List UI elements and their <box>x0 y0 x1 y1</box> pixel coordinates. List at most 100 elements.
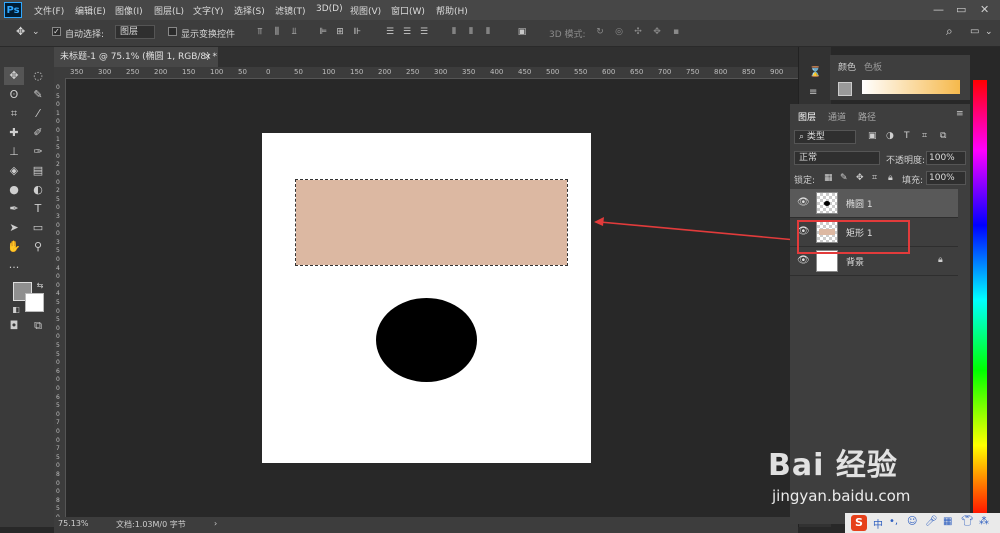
swap-colors-icon[interactable]: ⇆ <box>30 277 50 295</box>
type-tool-icon[interactable]: T <box>28 200 48 218</box>
distribute-right-icon[interactable]: ⦀ <box>483 27 493 37</box>
align-top-icon[interactable]: ⫪ <box>255 27 265 37</box>
3d-slide-icon[interactable]: ✥ <box>652 27 662 37</box>
auto-align-icon[interactable]: ▣ <box>517 27 527 37</box>
keyboard-icon[interactable]: ▦ <box>943 516 952 527</box>
document-tab[interactable]: 未标题-1 @ 75.1% (椭圆 1, RGB/8) * × <box>54 47 218 67</box>
zoom-level[interactable]: 75.13% <box>58 519 89 528</box>
rectangle-tool-icon[interactable]: ▭ <box>28 219 48 237</box>
gradient-tool-icon[interactable]: ▤ <box>28 162 48 180</box>
menu-type[interactable]: 文字(Y) <box>193 4 224 17</box>
filter-smart-icon[interactable]: ⧉ <box>940 131 946 141</box>
clone-stamp-icon[interactable]: ⊥ <box>4 143 24 161</box>
filter-pixel-icon[interactable]: ▣ <box>868 131 877 141</box>
rectangle-shape[interactable] <box>295 179 568 266</box>
filter-adjust-icon[interactable]: ◑ <box>886 131 894 141</box>
align-left-icon[interactable]: ⊫ <box>318 27 328 37</box>
auto-select-target-dropdown[interactable]: 图层 <box>115 25 155 39</box>
lock-position-icon[interactable]: ✥ <box>856 173 864 183</box>
distribute-hcenter-icon[interactable]: ⦀ <box>466 27 476 37</box>
blend-mode-dropdown[interactable]: 正常 <box>794 151 880 165</box>
brush-tool-icon[interactable]: ✐ <box>28 124 48 142</box>
zoom-tool-icon[interactable]: ⚲ <box>28 238 48 256</box>
distribute-left-icon[interactable]: ⦀ <box>449 27 459 37</box>
quick-mask-icon[interactable]: ◘ <box>4 317 24 335</box>
color-ramp[interactable] <box>862 80 960 94</box>
3d-pan-icon[interactable]: ✣ <box>633 27 643 37</box>
hue-strip[interactable] <box>973 80 987 520</box>
lock-artboard-icon[interactable]: ⌗ <box>872 173 877 183</box>
distribute-bottom-icon[interactable]: ☰ <box>419 27 429 37</box>
menu-window[interactable]: 窗口(W) <box>391 4 425 17</box>
lock-all-icon[interactable]: 🔒︎ <box>888 173 893 183</box>
menu-edit[interactable]: 编辑(E) <box>75 4 106 17</box>
tab-color[interactable]: 颜色 <box>838 60 856 73</box>
auto-select-checkbox[interactable]: ✓ <box>52 27 61 36</box>
status-menu-chevron-icon[interactable]: › <box>214 519 217 528</box>
color-panel-fg-swatch[interactable] <box>838 82 852 96</box>
distribute-vcenter-icon[interactable]: ☰ <box>402 27 412 37</box>
healing-brush-icon[interactable]: ✚ <box>4 124 24 142</box>
punctuation-icon[interactable]: •, <box>889 516 898 527</box>
ellipse-shape[interactable] <box>376 298 477 382</box>
fill-field[interactable]: 100% <box>926 171 966 185</box>
toolbox-icon[interactable]: ⁂ <box>979 516 989 527</box>
history-brush-icon[interactable]: ✑ <box>28 143 48 161</box>
dodge-tool-icon[interactable]: ◐ <box>28 181 48 199</box>
visibility-eye-icon[interactable]: 👁︎ <box>797 255 810 266</box>
pen-tool-icon[interactable]: ✒ <box>4 200 24 218</box>
move-tool-icon[interactable]: ✥ <box>4 67 24 85</box>
menu-image[interactable]: 图像(I) <box>115 4 143 17</box>
tab-swatches[interactable]: 色板 <box>864 60 882 73</box>
tab-close-icon[interactable]: × <box>204 47 212 67</box>
sogou-icon[interactable]: S <box>851 515 867 531</box>
show-transform-checkbox[interactable] <box>168 27 177 36</box>
align-vcenter-icon[interactable]: ⫼ <box>272 27 282 37</box>
blur-tool-icon[interactable]: ● <box>4 181 24 199</box>
mic-icon[interactable]: 🎤︎ <box>925 516 938 527</box>
background-color-swatch[interactable] <box>25 293 44 312</box>
lock-transparent-icon[interactable]: ▦ <box>824 173 833 183</box>
filter-shape-icon[interactable]: ⌗ <box>922 131 927 141</box>
menu-3d[interactable]: 3D(D) <box>316 4 343 14</box>
minimize-button[interactable]: — <box>933 3 944 16</box>
3d-roll-icon[interactable]: ◎ <box>614 27 624 37</box>
opacity-field[interactable]: 100% <box>926 151 966 165</box>
align-right-icon[interactable]: ⊪ <box>352 27 362 37</box>
tab-layers[interactable]: 图层 <box>798 110 816 123</box>
menu-help[interactable]: 帮助(H) <box>436 4 468 17</box>
quick-select-tool-icon[interactable]: ✎ <box>28 86 48 104</box>
tool-preset-chevron-icon[interactable]: ⌄ <box>32 27 40 37</box>
marquee-tool-icon[interactable]: ◌ <box>28 67 48 85</box>
eraser-tool-icon[interactable]: ◈ <box>4 162 24 180</box>
3d-rotate-icon[interactable]: ↻ <box>595 27 605 37</box>
distribute-top-icon[interactable]: ☰ <box>385 27 395 37</box>
filter-type-icon[interactable]: T <box>904 131 910 141</box>
ime-mode[interactable]: 中 <box>873 516 883 531</box>
move-tool-icon[interactable]: ✥ <box>16 25 25 38</box>
tab-channels[interactable]: 通道 <box>828 110 846 123</box>
crop-tool-icon[interactable]: ⌗ <box>4 105 24 123</box>
skin-icon[interactable]: 👕︎ <box>961 516 974 527</box>
menu-select[interactable]: 选择(S) <box>234 4 265 17</box>
layer-row-ellipse[interactable]: 👁︎ 椭圆 1 <box>790 189 958 218</box>
properties-panel-icon[interactable]: ≡ <box>809 87 817 98</box>
tab-paths[interactable]: 路径 <box>858 110 876 123</box>
restore-button[interactable]: ▭ <box>956 3 966 16</box>
search-icon[interactable]: ⌕ <box>946 24 953 39</box>
align-bottom-icon[interactable]: ⫫ <box>289 27 299 37</box>
history-panel-icon[interactable]: ⌛ <box>809 67 821 78</box>
edit-toolbar-icon[interactable]: ··· <box>4 259 24 277</box>
screen-mode-icon[interactable]: ⧉ <box>28 317 48 335</box>
visibility-eye-icon[interactable]: 👁︎ <box>797 197 810 208</box>
menu-file[interactable]: 文件(F) <box>34 4 64 17</box>
panel-menu-icon[interactable]: ≡ <box>956 109 964 119</box>
eyedropper-tool-icon[interactable]: ⁄ <box>28 105 48 123</box>
workspace-icon[interactable]: ▭ <box>970 26 979 37</box>
lasso-tool-icon[interactable]: ʘ <box>4 86 24 104</box>
lock-pixels-icon[interactable]: ✎ <box>840 173 848 183</box>
hand-tool-icon[interactable]: ✋ <box>4 238 24 256</box>
emoji-icon[interactable]: ☺ <box>907 516 917 527</box>
path-select-tool-icon[interactable]: ➤ <box>4 219 24 237</box>
menu-layer[interactable]: 图层(L) <box>154 4 184 17</box>
